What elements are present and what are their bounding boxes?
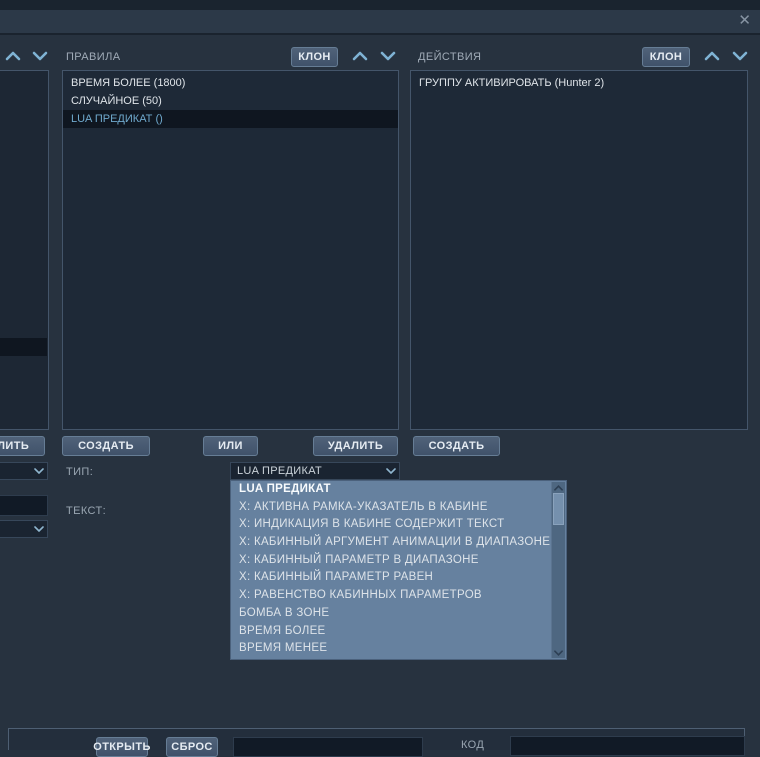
dropdown-option[interactable]: БОМБА В ЗОНЕ — [231, 605, 566, 623]
chevron-down-icon — [732, 48, 748, 66]
close-icon[interactable]: ✕ — [738, 12, 751, 30]
rules-move-down-button[interactable] — [378, 50, 398, 64]
select-value: LUA ПРЕДИКАТ — [237, 465, 322, 477]
create-action-button[interactable]: СОЗДАТЬ — [413, 436, 500, 456]
rule-type-dropdown-list: LUA ПРЕДИКАТ X: АКТИВНА РАМКА-УКАЗАТЕЛЬ … — [230, 480, 567, 660]
titlebar — [0, 0, 760, 10]
dropdown-option[interactable]: X: АКТИВНА РАМКА-УКАЗАТЕЛЬ В КАБИНЕ — [231, 499, 566, 517]
dropdown-option[interactable]: ВРЕМЯ БОЛЕЕ — [231, 623, 566, 641]
rules-move-up-button[interactable] — [350, 50, 370, 64]
trigger-editor-window: { "icons": { "close": "✕" }, "rules_sect… — [0, 0, 760, 757]
chevron-down-icon — [380, 48, 396, 66]
code-field-label: КОД — [461, 739, 485, 751]
rules-clone-button[interactable]: КЛОН — [291, 47, 338, 67]
dropdown-option[interactable]: X: КАБИННЫЙ ПАРАМЕТР РАВЕН — [231, 569, 566, 587]
code-input[interactable] — [510, 736, 745, 756]
type-field-label: ТИП: — [66, 466, 94, 478]
create-rule-button[interactable]: СОЗДАТЬ — [62, 436, 150, 456]
scrollbar-thumb[interactable] — [553, 493, 564, 525]
delete-action-button[interactable]: УДАЛИТЬ — [313, 436, 398, 456]
open-button[interactable]: ОТКРЫТЬ — [93, 737, 150, 757]
chevron-down-icon — [31, 526, 47, 532]
or-button[interactable]: ИЛИ — [203, 436, 258, 456]
rule-type-select[interactable]: LUA ПРЕДИКАТ — [230, 462, 400, 480]
dropdown-option[interactable]: X: КАБИННЫЙ ПАРАМЕТР В ДИАПАЗОНЕ — [231, 552, 566, 570]
dropdown-scrollbar[interactable] — [551, 482, 565, 658]
actions-move-up-button[interactable] — [702, 50, 722, 64]
list-item[interactable]: ВРЕМЯ БОЛЕЕ (1800) — [63, 74, 398, 92]
dropdown-option[interactable]: LUA ПРЕДИКАТ — [231, 481, 566, 499]
window-header: ✕ — [0, 10, 760, 35]
rules-section-title: ПРАВИЛА — [66, 51, 121, 63]
list-item[interactable]: ГРУППУ АКТИВИРОВАТЬ (Hunter 2) — [411, 74, 747, 92]
trigger-type-select[interactable] — [0, 462, 48, 480]
delete-trigger-button[interactable]: УДАЛИТЬ — [0, 436, 45, 456]
text-field-label: ТЕКСТ: — [66, 505, 107, 517]
scroll-up-icon[interactable] — [552, 482, 565, 493]
triggers-list-panel — [0, 70, 49, 430]
trigger-event-select[interactable] — [0, 520, 48, 538]
chevron-down-icon — [31, 468, 47, 474]
actions-section-title: ДЕЙСТВИЯ — [418, 51, 482, 63]
chevron-up-icon — [5, 48, 21, 66]
chevron-up-icon — [704, 48, 720, 66]
dropdown-option[interactable]: X: РАВЕНСТВО КАБИННЫХ ПАРАМЕТРОВ — [231, 587, 566, 605]
left-panel-up-button[interactable] — [3, 50, 23, 64]
list-item[interactable]: LUA ПРЕДИКАТ () — [63, 110, 398, 128]
dropdown-option[interactable]: ВРЕМЯ МЕНЕЕ — [231, 640, 566, 658]
left-panel-down-button[interactable] — [30, 50, 50, 64]
chevron-down-icon — [383, 468, 399, 474]
list-item[interactable] — [0, 338, 47, 356]
actions-move-down-button[interactable] — [730, 50, 750, 64]
rules-list: ВРЕМЯ БОЛЕЕ (1800) СЛУЧАЙНОЕ (50) LUA ПР… — [62, 70, 399, 430]
list-item[interactable]: СЛУЧАЙНОЕ (50) — [63, 92, 398, 110]
actions-list: ГРУППУ АКТИВИРОВАТЬ (Hunter 2) — [410, 70, 748, 430]
reset-button[interactable]: СБРОС — [166, 737, 218, 757]
scroll-down-icon[interactable] — [552, 647, 565, 658]
file-path-input[interactable] — [233, 737, 423, 757]
dropdown-option[interactable]: X: ИНДИКАЦИЯ В КАБИНЕ СОДЕРЖИТ ТЕКСТ — [231, 516, 566, 534]
chevron-up-icon — [352, 48, 368, 66]
chevron-down-icon — [32, 48, 48, 66]
actions-clone-button[interactable]: КЛОН — [642, 47, 690, 67]
trigger-name-input[interactable] — [0, 495, 48, 516]
dropdown-option[interactable]: X: КАБИННЫЙ АРГУМЕНТ АНИМАЦИИ В ДИАПАЗОН… — [231, 534, 566, 552]
